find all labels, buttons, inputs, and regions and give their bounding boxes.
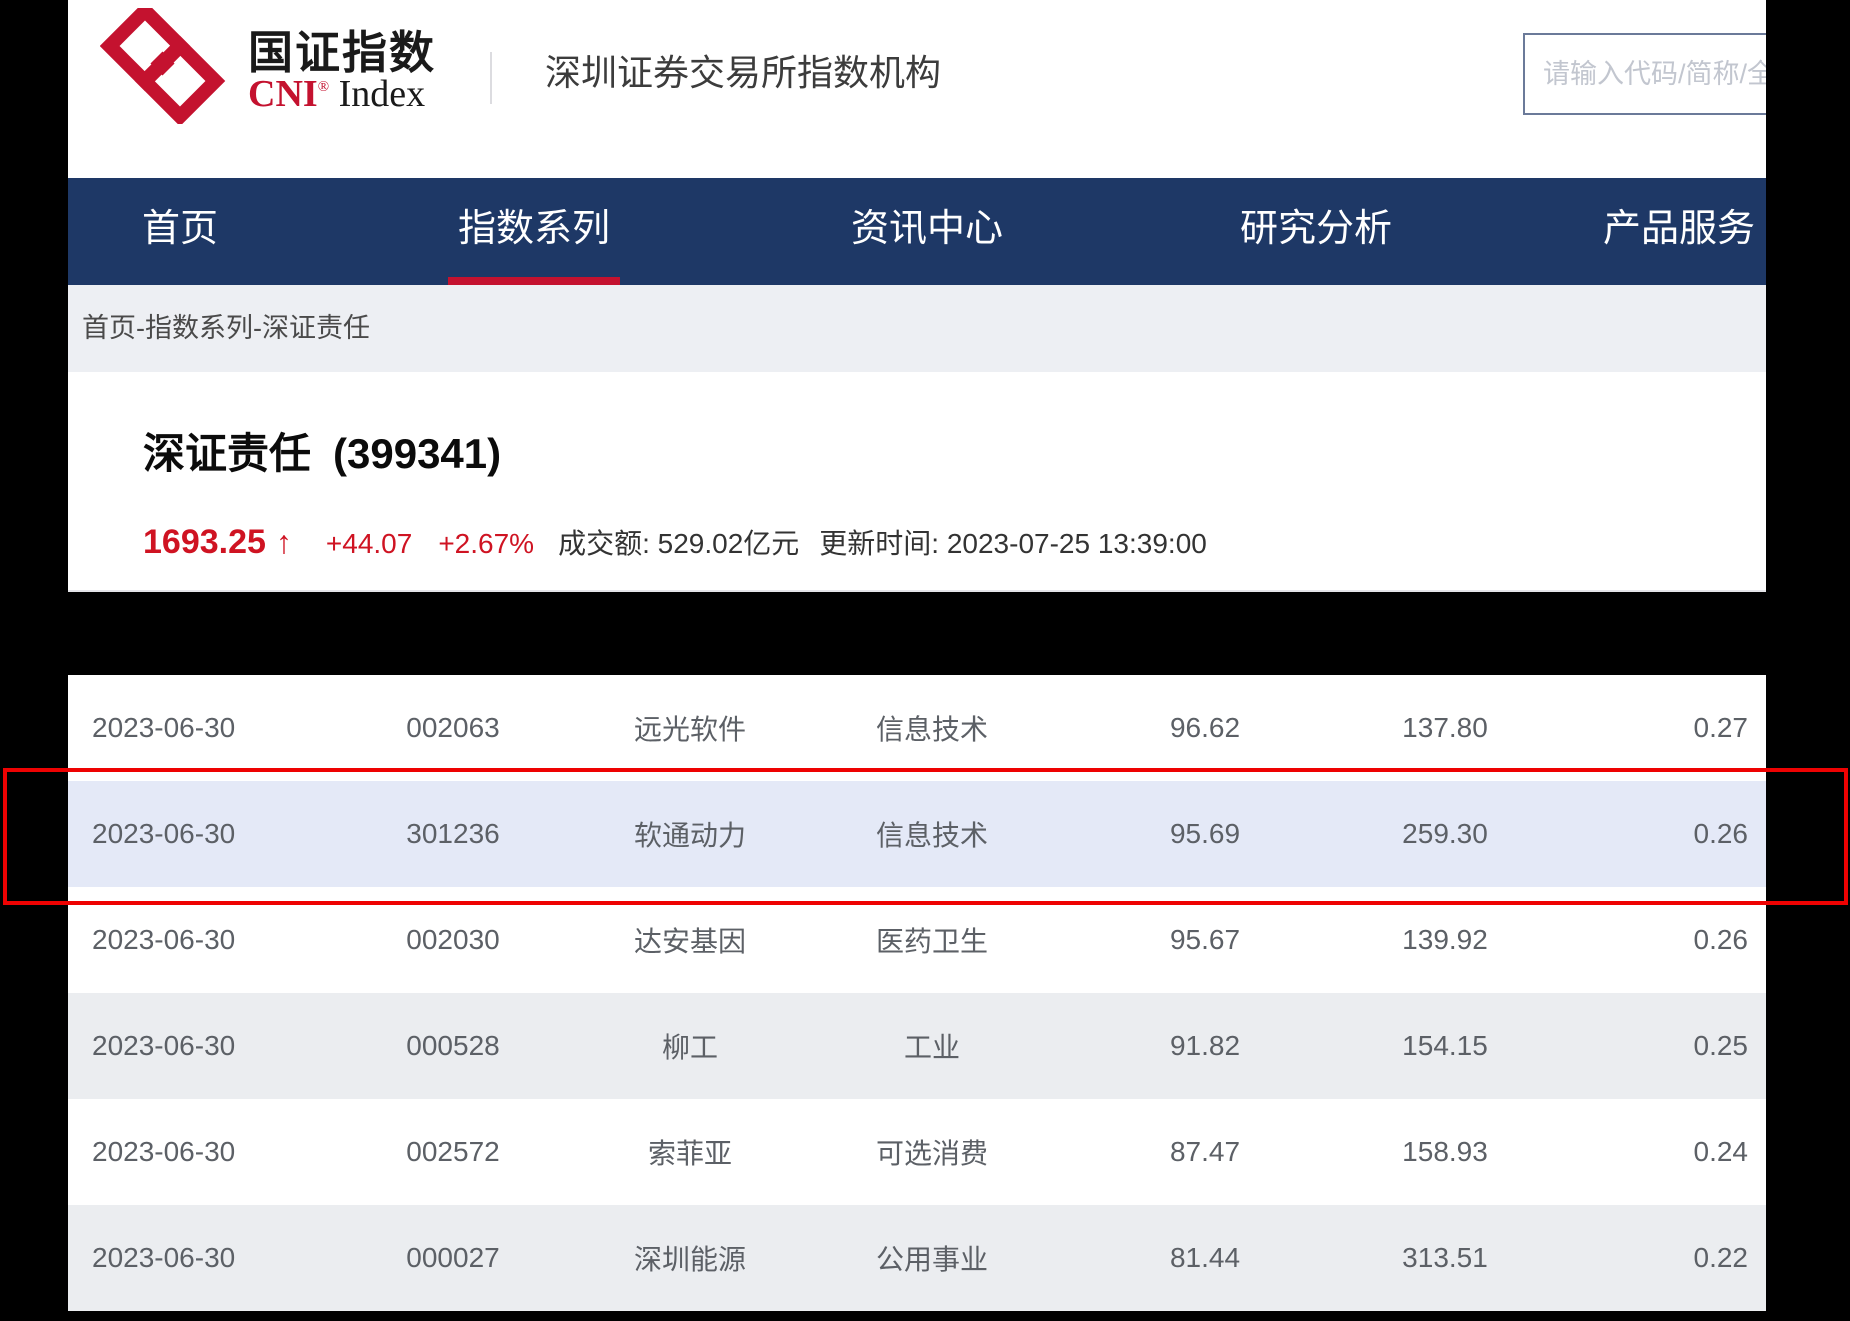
brand-name-en: CNI® Index [248,72,425,116]
cell-value2: 139.92 [1350,924,1540,956]
cell-value3: 0.26 [1540,924,1766,956]
search-input[interactable] [1523,33,1766,115]
cell-code: 000528 [330,1030,576,1062]
quote-row: 1693.25 ↑ +44.07 +2.67% 成交额: 529.02亿元 更新… [143,522,1207,562]
breadcrumb[interactable]: 首页-指数系列-深证责任 [68,285,1766,372]
cell-value2: 313.51 [1350,1242,1540,1274]
cell-name: 深圳能源 [576,1238,804,1278]
cell-value1: 87.47 [1060,1136,1350,1168]
cell-value1: 95.67 [1060,924,1350,956]
update-time-text: 更新时间: 2023-07-25 13:39:00 [819,522,1207,562]
table-row[interactable]: 2023-06-30 000027 深圳能源 公用事业 81.44 313.51… [68,1205,1766,1311]
brand-cni: CNI [248,73,318,115]
cni-logo-icon [100,8,230,124]
cell-value3: 0.24 [1540,1136,1766,1168]
nav-label: 首页 [142,208,218,250]
cell-date: 2023-06-30 [68,1242,330,1274]
table-row[interactable]: 2023-06-30 000528 柳工 工业 91.82 154.15 0.2… [68,993,1766,1099]
price-change-percent: +2.67% [438,528,534,560]
cell-code: 000027 [330,1242,576,1274]
cell-value1: 91.82 [1060,1030,1350,1062]
cell-name: 索菲亚 [576,1132,804,1172]
cell-value3: 0.27 [1540,712,1766,744]
price-change: +44.07 [326,528,412,560]
cell-sector: 信息技术 [804,708,1060,748]
cell-value2: 154.15 [1350,1030,1540,1062]
cell-code: 002063 [330,712,576,744]
cell-date: 2023-06-30 [68,1136,330,1168]
brand-index-word: Index [339,73,426,115]
table-row[interactable]: 2023-06-30 002572 索菲亚 可选消费 87.47 158.93 … [68,1099,1766,1205]
main-nav: 首页 指数系列 资讯中心 研究分析 产品服务 [68,178,1766,285]
highlight-annotation-box [3,768,1848,905]
cell-value1: 81.44 [1060,1242,1350,1274]
index-price: 1693.25 [143,523,266,562]
nav-label: 指数系列 [458,208,610,250]
nav-label: 资讯中心 [851,208,1003,250]
active-nav-underline [448,277,620,285]
registered-mark: ® [318,79,329,95]
cell-value2: 158.93 [1350,1136,1540,1168]
nav-item-news[interactable]: 资讯中心 [851,178,1003,285]
cell-sector: 可选消费 [804,1132,1060,1172]
top-banner: 国证指数 CNI® Index 深圳证券交易所指数机构 [68,0,1766,178]
index-name: 深证责任 [143,430,311,477]
cell-date: 2023-06-30 [68,1030,330,1062]
cell-value1: 96.62 [1060,712,1350,744]
organization-name: 深圳证券交易所指数机构 [545,44,941,96]
page-title: 深证责任 (399341) [143,420,501,481]
cell-sector: 工业 [804,1026,1060,1066]
index-header-section: 深证责任 (399341) 1693.25 ↑ +44.07 +2.67% 成交额… [68,372,1766,590]
turnover-text: 成交额: 529.02亿元 [558,522,799,562]
cell-value3: 0.22 [1540,1242,1766,1274]
cell-date: 2023-06-30 [68,712,330,744]
cell-code: 002030 [330,924,576,956]
nav-label: 产品服务 [1603,208,1755,250]
cell-value2: 137.80 [1350,712,1540,744]
nav-item-research[interactable]: 研究分析 [1240,178,1392,285]
cell-name: 达安基因 [576,920,804,960]
banner-divider [490,52,492,104]
cell-name: 柳工 [576,1026,804,1066]
table-row[interactable]: 2023-06-30 002063 远光软件 信息技术 96.62 137.80… [68,675,1766,781]
nav-item-indices[interactable]: 指数系列 [458,178,610,285]
nav-item-home[interactable]: 首页 [142,178,218,285]
nav-label: 研究分析 [1240,208,1392,250]
cell-date: 2023-06-30 [68,924,330,956]
cell-name: 远光软件 [576,708,804,748]
up-arrow-icon: ↑ [276,524,292,561]
page-header: 国证指数 CNI® Index 深圳证券交易所指数机构 首页 指数系列 资讯中心… [68,0,1766,592]
cell-code: 002572 [330,1136,576,1168]
cell-value3: 0.25 [1540,1030,1766,1062]
cell-sector: 公用事业 [804,1238,1060,1278]
nav-item-products[interactable]: 产品服务 [1603,178,1755,285]
index-code: (399341) [333,430,501,477]
cell-sector: 医药卫生 [804,920,1060,960]
